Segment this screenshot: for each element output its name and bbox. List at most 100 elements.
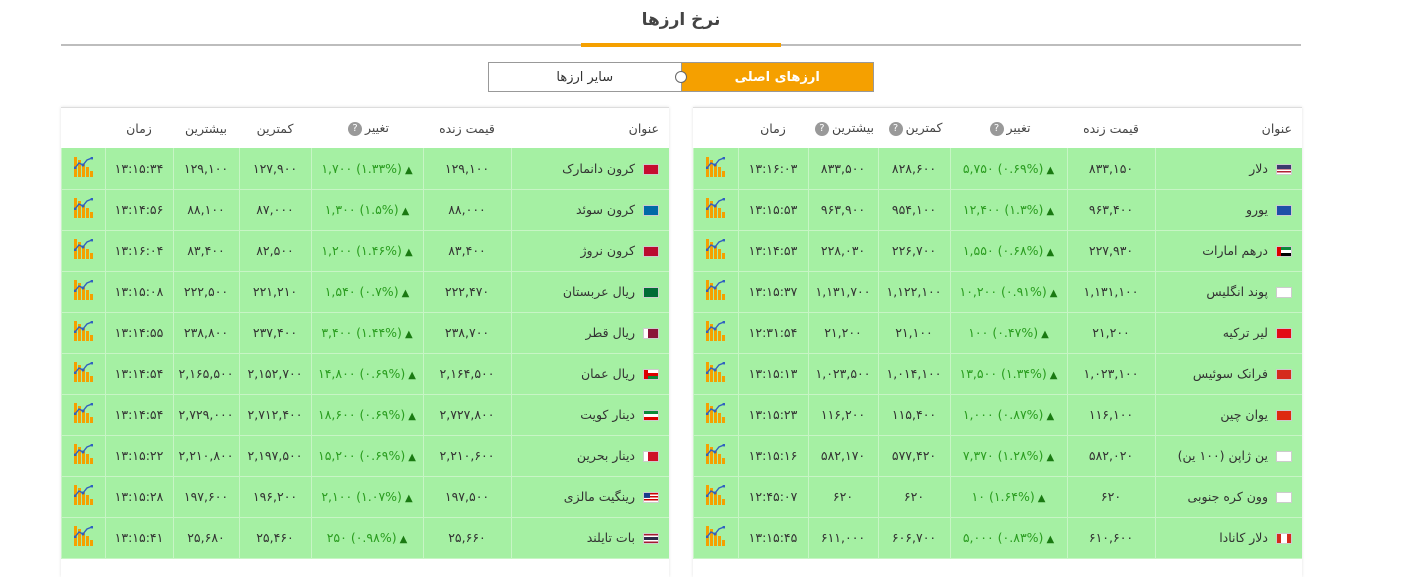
- change-value: (۰.۶۹%) ۱۴,۸۰۰: [318, 366, 406, 381]
- help-icon[interactable]: ?: [888, 121, 903, 136]
- table-header-row: عنوان قیمت زنده تغییر? کمترین بیشترین زم…: [61, 108, 669, 148]
- chart-icon[interactable]: [706, 156, 725, 177]
- chart-icon[interactable]: [706, 444, 725, 464]
- update-time: ۱۳:۱۴:۵۴: [104, 394, 173, 436]
- arrow-up-icon: ▲: [404, 247, 413, 258]
- low-price: ۲۱,۱۰۰: [877, 312, 950, 354]
- update-time: ۱۳:۱۴:۵۶: [104, 189, 173, 231]
- chart-icon[interactable]: [706, 239, 725, 259]
- high-price: ۸۳,۴۰۰: [172, 230, 239, 272]
- table-row[interactable]: ین ژاپن (۱۰۰ ین) ۵۸۲,۰۲۰ ▲(۱.۲۸%) ۷,۳۷۰ ۵۷۷…: [693, 435, 1302, 477]
- currency-name-cell: دلار کانادا: [1154, 517, 1302, 559]
- my-flag-icon: [643, 492, 659, 503]
- help-icon[interactable]: ?: [989, 121, 1004, 136]
- table-row[interactable]: رینگیت مالزی ۱۹۷,۵۰۰ ▲(۱.۰۷%) ۲,۱۰۰ ۱۹۶,۲۰۰…: [61, 476, 669, 518]
- table-row[interactable]: وون کره جنوبی ۶۲۰ ▲(۱.۶۴%) ۱۰ ۶۲۰ ۶۲۰ ۱۲:۴۵:۰…: [693, 476, 1302, 518]
- change-cell: ▲(۰.۶۹%) ۱۵,۲۰۰: [310, 435, 423, 477]
- chart-icon[interactable]: [73, 444, 93, 464]
- table-row[interactable]: درهم امارات ۲۲۷,۹۳۰ ▲(۰.۶۸%) ۱,۵۵۰ ۲۲۶,۷۰۰ ۲…: [693, 230, 1302, 272]
- live-price: ۲,۱۶۴,۵۰۰: [422, 353, 511, 395]
- arrow-up-icon: ▲: [1049, 370, 1058, 381]
- update-time: ۱۳:۱۶:۰۳: [737, 148, 808, 190]
- table-row[interactable]: دینار بحرین ۲,۲۱۰,۶۰۰ ▲(۰.۶۹%) ۱۵,۲۰۰ ۲,۱۹۷…: [61, 435, 669, 477]
- change-value: (۰.۹۸%) ۲۵۰: [326, 530, 397, 545]
- high-price: ۱۹۷,۶۰۰: [172, 476, 239, 518]
- chart-cell: [61, 435, 105, 477]
- col-name: عنوان: [1155, 108, 1302, 148]
- table-row[interactable]: یورو ۹۶۳,۴۰۰ ▲(۱.۳%) ۱۲,۴۰۰ ۹۵۴,۱۰۰ ۹۶۳,۹۰۰ ۱…: [693, 189, 1302, 231]
- low-price: ۱۹۶,۲۰۰: [238, 476, 311, 518]
- table-row[interactable]: یوان چین ۱۱۶,۱۰۰ ▲(۰.۸۷%) ۱,۰۰۰ ۱۱۵,۴۰۰ ۱۱۶,…: [693, 394, 1302, 436]
- secondary-currencies-table: عنوان قیمت زنده تغییر? کمترین بیشترین زم…: [61, 107, 669, 577]
- table-row[interactable]: ریال عربستان ۲۲۲,۴۷۰ ▲(۰.۷%) ۱,۵۴۰ ۲۲۱,۲۱۰ ۲…: [61, 271, 669, 313]
- col-name: عنوان: [511, 108, 669, 148]
- chart-icon[interactable]: [73, 485, 93, 505]
- currency-name: یورو: [1245, 202, 1268, 217]
- table-row[interactable]: لیر ترکیه ۲۱,۲۰۰ ▲(۰.۴۷%) ۱۰۰ ۲۱,۱۰۰ ۲۱,۲۰۰ ۱…: [693, 312, 1302, 354]
- col-high: بیشترین: [173, 108, 239, 148]
- arrow-up-icon: ▲: [1046, 164, 1055, 176]
- live-price: ۱,۱۳۱,۱۰۰: [1066, 271, 1155, 313]
- low-price: ۲۲۶,۷۰۰: [877, 230, 950, 272]
- chart-icon[interactable]: [73, 239, 93, 259]
- col-live-price: قیمت زنده: [1067, 108, 1155, 148]
- table-row[interactable]: ریال قطر ۲۳۸,۷۰۰ ▲(۱.۴۴%) ۳,۴۰۰ ۲۳۷,۴۰۰ ۲۳۸,…: [61, 312, 669, 354]
- arrow-up-icon: ▲: [1046, 206, 1055, 217]
- change-cell: ▲(۱.۳۳%) ۱,۷۰۰: [310, 148, 423, 190]
- table-row[interactable]: کرون سوئد ۸۸,۰۰۰ ▲(۱.۵%) ۱,۳۰۰ ۸۷,۰۰۰ ۸۸,۱۰۰…: [61, 189, 669, 231]
- table-row[interactable]: فرانک سوئیس ۱,۰۲۳,۱۰۰ ▲(۱.۳۴%) ۱۳,۵۰۰ ۱,۰۱۴…: [693, 353, 1302, 395]
- switch-knob[interactable]: [675, 71, 687, 83]
- main-currencies-tab[interactable]: ارزهای اصلی: [681, 63, 873, 91]
- change-cell: ▲(۰.۷%) ۱,۵۴۰: [310, 271, 423, 313]
- update-time: ۱۳:۱۵:۱۳: [737, 353, 808, 395]
- help-icon[interactable]: ?: [814, 121, 829, 136]
- chart-icon[interactable]: [706, 321, 725, 341]
- high-price: ۶۲۰: [807, 476, 878, 518]
- arrow-up-icon: ▲: [408, 452, 416, 463]
- high-price: ۱۲۹,۱۰۰: [172, 148, 239, 190]
- currency-name: لیر ترکیه: [1222, 325, 1268, 340]
- chart-icon[interactable]: [706, 403, 725, 423]
- change-cell: ▲(۰.۶۹%) ۵,۷۵۰: [949, 148, 1067, 190]
- chart-icon[interactable]: [73, 321, 93, 341]
- chart-icon[interactable]: [706, 362, 725, 382]
- update-time: ۱۳:۱۵:۳۷: [737, 271, 808, 313]
- chart-icon[interactable]: [73, 156, 93, 177]
- chart-icon[interactable]: [73, 526, 93, 546]
- low-price: ۲,۱۵۲,۷۰۰: [238, 353, 311, 395]
- currency-name: بات تایلند: [586, 530, 635, 545]
- update-time: ۱۳:۱۵:۲۸: [104, 476, 173, 518]
- table-row[interactable]: بات تایلند ۲۵,۶۶۰ ▲(۰.۹۸%) ۲۵۰ ۲۵,۴۶۰ ۲۵,۶۸۰…: [61, 517, 669, 559]
- table-row[interactable]: دلار ۸۳۳,۱۵۰ ▲(۰.۶۹%) ۵,۷۵۰ ۸۲۸,۶۰۰ ۸۳۳,۵۰۰ ۱…: [693, 148, 1302, 190]
- chart-icon[interactable]: [706, 280, 725, 300]
- chart-icon[interactable]: [706, 198, 725, 218]
- col-chart: [693, 108, 738, 148]
- ae-flag-icon: [1276, 246, 1292, 257]
- currency-group-switch[interactable]: ارزهای اصلی سایر ارزها: [488, 62, 874, 92]
- chart-icon[interactable]: [73, 362, 93, 382]
- table-row[interactable]: دلار کانادا ۶۱۰,۶۰۰ ▲(۰.۸۳%) ۵,۰۰۰ ۶۰۶,۷۰۰ ۶…: [693, 517, 1302, 559]
- chart-icon[interactable]: [73, 403, 93, 423]
- high-price: ۶۱۱,۰۰۰: [807, 517, 878, 559]
- low-price: ۹۵۴,۱۰۰: [877, 189, 950, 231]
- change-value: (۱.۴۶%) ۱,۲۰۰: [321, 243, 402, 258]
- update-time: ۱۳:۱۴:۵۳: [737, 230, 808, 272]
- gb-flag-icon: [1276, 287, 1292, 298]
- chart-icon[interactable]: [73, 198, 93, 218]
- table-row[interactable]: پوند انگلیس ۱,۱۳۱,۱۰۰ ▲(۰.۹۱%) ۱۰,۲۰۰ ۱,۱۲۲…: [693, 271, 1302, 313]
- chart-cell: [693, 517, 738, 559]
- other-currencies-tab[interactable]: سایر ارزها: [489, 63, 682, 91]
- change-cell: ▲(۰.۹۱%) ۱۰,۲۰۰: [949, 271, 1067, 313]
- chart-icon[interactable]: [706, 485, 725, 505]
- table-row[interactable]: ریال عمان ۲,۱۶۴,۵۰۰ ▲(۰.۶۹%) ۱۴,۸۰۰ ۲,۱۵۲,۷…: [61, 353, 669, 395]
- table-row[interactable]: کرون نروژ ۸۳,۴۰۰ ▲(۱.۴۶%) ۱,۲۰۰ ۸۲,۵۰۰ ۸۳,۴۰…: [61, 230, 669, 272]
- help-icon[interactable]: ?: [348, 121, 363, 136]
- table-row[interactable]: کرون دانمارک ۱۲۹,۱۰۰ ▲(۱.۳۳%) ۱,۷۰۰ ۱۲۷,۹۰۰…: [61, 148, 669, 190]
- table-row[interactable]: دینار کویت ۲,۷۲۷,۸۰۰ ▲(۰.۶۹%) ۱۸,۶۰۰ ۲,۷۱۲,…: [61, 394, 669, 436]
- update-time: ۱۳:۱۵:۲۳: [737, 394, 808, 436]
- col-low: کمترین?: [878, 108, 950, 148]
- chart-icon[interactable]: [706, 526, 725, 546]
- qa-flag-icon: [643, 328, 659, 339]
- chart-icon[interactable]: [73, 280, 93, 300]
- low-price: ۸۲,۵۰۰: [238, 230, 311, 272]
